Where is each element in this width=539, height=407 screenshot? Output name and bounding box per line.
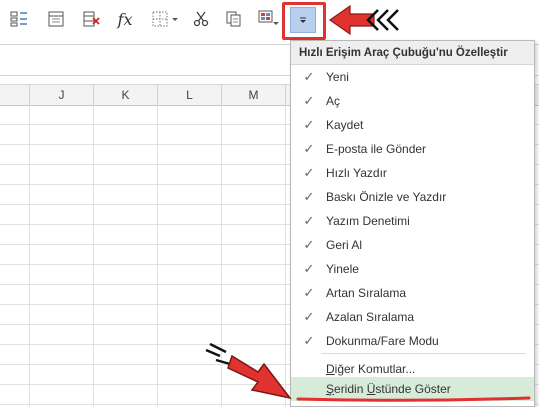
table-properties-icon[interactable] <box>44 8 68 30</box>
annotation-arrow-bottom <box>205 342 292 400</box>
column-header-k[interactable]: K <box>94 85 158 105</box>
menu-item[interactable]: ✓ Yazım Denetimi <box>291 209 534 233</box>
checkmark-icon: ✓ <box>303 237 315 252</box>
menu-item-label: Azalan Sıralama <box>326 310 415 324</box>
checkmark-icon: ✓ <box>303 285 315 300</box>
column-header-l[interactable]: L <box>158 85 222 105</box>
checkmark-icon: ✓ <box>303 309 315 324</box>
more-commands-accesskey: D <box>326 362 335 376</box>
menu-item[interactable]: ✓ Baskı Önizle ve Yazdır <box>291 185 534 209</box>
menu-item[interactable]: ✓ Kaydet <box>291 113 534 137</box>
checkmark-icon: ✓ <box>303 93 315 108</box>
menu-item[interactable]: ✓ Hızlı Yazdır <box>291 161 534 185</box>
show-above-label-part1: eridin <box>334 382 367 396</box>
delete-table-icon[interactable] <box>80 8 104 30</box>
show-above-label-part2: stünde Göster <box>375 382 451 396</box>
menu-item-label: Kaydet <box>326 118 364 132</box>
annotation-underline <box>296 396 531 402</box>
menu-item-label: Aç <box>326 94 341 108</box>
menu-item-label: Yeni <box>326 70 349 84</box>
menu-item[interactable]: ✓ Yeni <box>291 65 534 89</box>
checkmark-icon: ✓ <box>303 165 315 180</box>
menu-item-label: Baskı Önizle ve Yazdır <box>326 190 447 204</box>
customize-qat-menu: Hızlı Erişim Araç Çubuğu'nu Özelleştir ✓… <box>290 40 535 407</box>
column-header-spacer <box>0 85 30 105</box>
form-icon[interactable] <box>7 8 31 30</box>
format-painter-icon[interactable] <box>256 8 282 30</box>
menu-item[interactable]: ✓ Artan Sıralama <box>291 281 534 305</box>
function-icon[interactable]: fx <box>113 8 137 30</box>
cut-icon[interactable] <box>189 8 213 30</box>
checkmark-icon: ✓ <box>303 117 315 132</box>
borders-icon[interactable] <box>150 8 182 30</box>
checkmark-icon: ✓ <box>303 333 315 348</box>
menu-item-label: Yinele <box>326 262 359 276</box>
checkmark-icon: ✓ <box>303 69 315 84</box>
highlight-box <box>282 2 326 40</box>
annotation-arrow-top <box>328 4 399 36</box>
menu-item[interactable]: ✓ Yinele <box>291 257 534 281</box>
menu-item-label: Yazım Denetimi <box>326 214 410 228</box>
menu-item-label: Hızlı Yazdır <box>326 166 387 180</box>
menu-item-label: E-posta ile Gönder <box>326 142 427 156</box>
column-header-m[interactable]: M <box>222 85 286 105</box>
checkmark-icon: ✓ <box>303 141 315 156</box>
copy-icon[interactable] <box>222 8 246 30</box>
menu-item[interactable]: ✓ Aç <box>291 89 534 113</box>
show-above-accesskey-1: Ş <box>326 382 335 396</box>
menu-item[interactable]: ✓ Azalan Sıralama <box>291 305 534 329</box>
checkmark-icon: ✓ <box>303 261 315 276</box>
checkmark-icon: ✓ <box>303 189 315 204</box>
menu-item-label: Dokunma/Fare Modu <box>326 334 439 348</box>
menu-item[interactable]: ✓ Dokunma/Fare Modu <box>291 329 534 353</box>
menu-separator <box>321 353 526 354</box>
menu-item-label: Geri Al <box>326 238 363 252</box>
fx-label: fx <box>117 9 133 29</box>
column-header-j[interactable]: J <box>30 85 94 105</box>
menu-item[interactable]: ✓ E-posta ile Gönder <box>291 137 534 161</box>
menu-item[interactable]: ✓ Geri Al <box>291 233 534 257</box>
menu-title: Hızlı Erişim Araç Çubuğu'nu Özelleştir <box>291 41 534 65</box>
checkmark-icon: ✓ <box>303 213 315 228</box>
more-commands-label: iğer Komutlar... <box>334 362 416 376</box>
quick-access-toolbar: fx <box>0 0 539 40</box>
menu-item-label: Artan Sıralama <box>326 286 407 300</box>
